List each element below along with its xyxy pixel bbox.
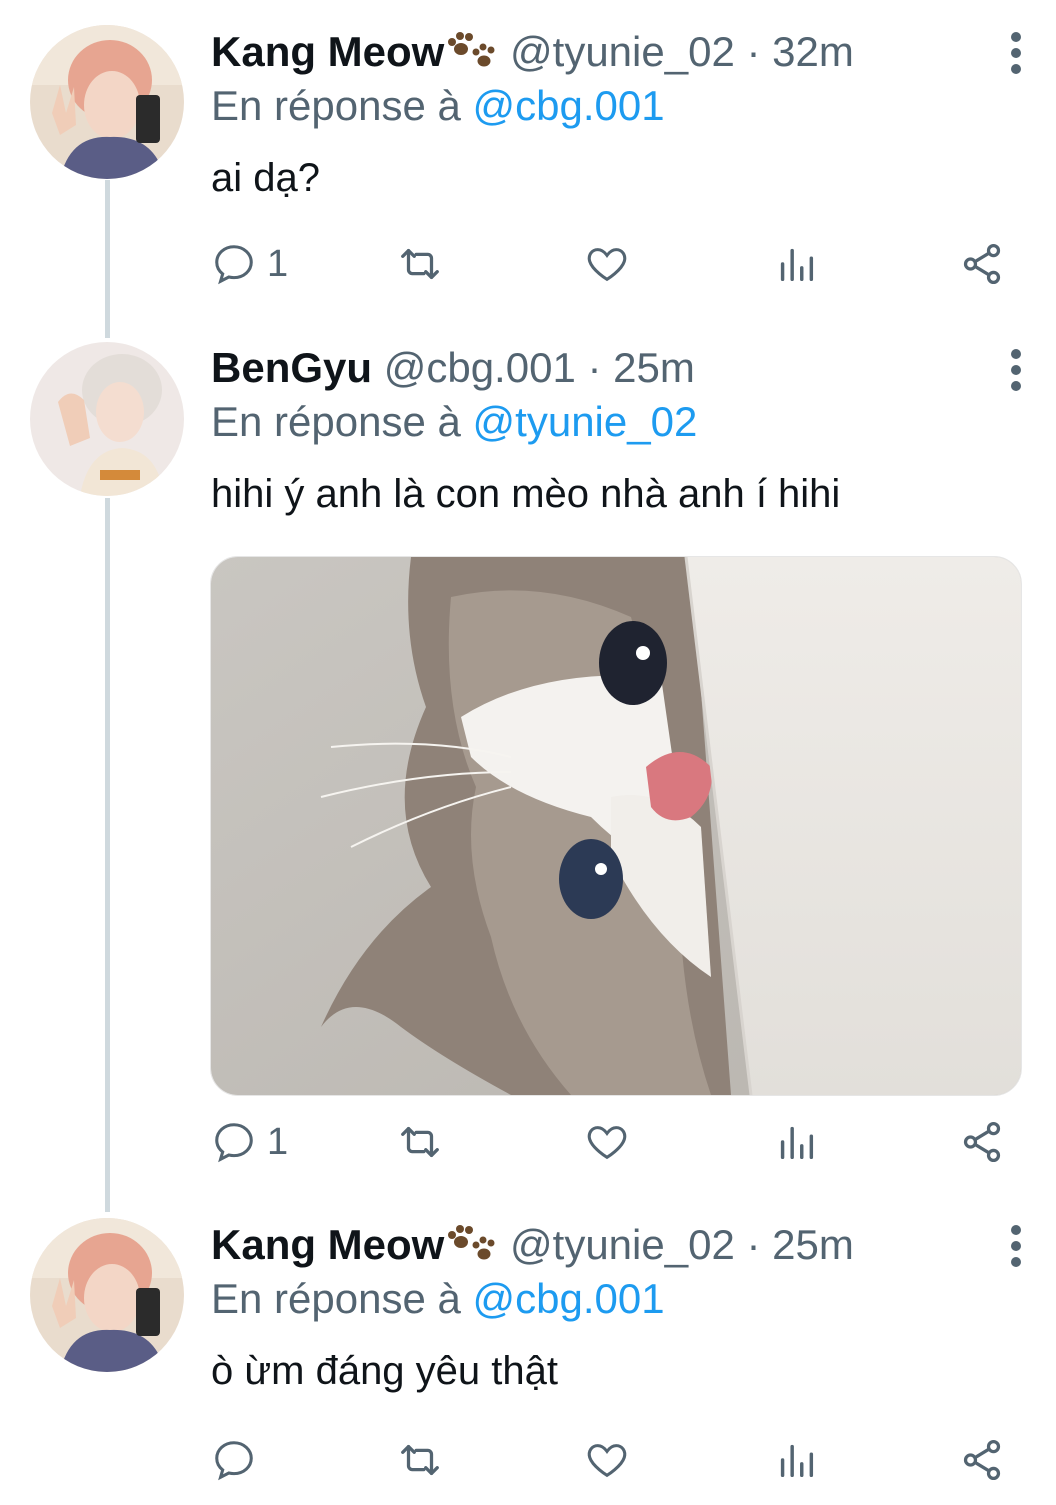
retweet-icon (401, 1444, 439, 1476)
tweet-text: hihi ý anh là con mèo nhà anh í hihi (211, 472, 841, 516)
reply-icon (215, 1441, 253, 1481)
analytics-button[interactable] (773, 234, 819, 294)
avatar[interactable] (30, 342, 184, 496)
handle[interactable]: @tyunie_02 (510, 1221, 735, 1268)
reply-mention[interactable]: @cbg.001 (473, 82, 665, 129)
tweet-header: Kang Meow @tyunie_02 · 25m (211, 1219, 854, 1271)
reply-button[interactable]: 1 (211, 234, 288, 294)
reply-context: En réponse à @tyunie_02 (211, 396, 697, 448)
retweet-button[interactable] (397, 234, 443, 294)
separator: · (587, 344, 602, 391)
action-bar: 1 (211, 234, 1011, 294)
paw-prints-icon (444, 30, 498, 70)
share-button[interactable] (959, 234, 1005, 294)
cat-image (211, 557, 1021, 1095)
reply-prefix: En réponse à (211, 82, 461, 129)
reply-count: 1 (267, 1120, 289, 1163)
avatar-image (30, 342, 184, 496)
reply-icon (215, 1123, 253, 1163)
reply-count: 1 (267, 242, 289, 285)
reply-prefix: En réponse à (211, 398, 461, 445)
more-vertical-icon[interactable] (1004, 1222, 1028, 1270)
tweet-header: Kang Meow @tyunie_02 · 32m (211, 26, 854, 78)
reply-prefix: En réponse à (211, 1275, 461, 1322)
reply-context: En réponse à @cbg.001 (211, 1273, 665, 1325)
analytics-icon (780, 248, 814, 282)
retweet-button[interactable] (397, 1112, 443, 1172)
more-vertical-icon[interactable] (1004, 346, 1028, 394)
analytics-button[interactable] (773, 1430, 819, 1490)
share-icon (963, 1439, 1001, 1481)
heart-icon (587, 248, 627, 282)
reply-mention[interactable]: @cbg.001 (473, 1275, 665, 1322)
tweet-text: ai dạ? (211, 156, 320, 200)
analytics-button[interactable] (773, 1112, 819, 1172)
retweet-button[interactable] (397, 1430, 443, 1490)
tweet-header: BenGyu @cbg.001 · 25m (211, 342, 695, 394)
share-icon (963, 243, 1001, 285)
paw-prints-icon (444, 1223, 498, 1263)
tweet-text: ò ừm đáng yêu thật (211, 1349, 558, 1393)
reply-context: En réponse à @cbg.001 (211, 80, 665, 132)
avatar-image (30, 25, 184, 179)
more-vertical-icon[interactable] (1004, 29, 1028, 77)
like-button[interactable] (584, 234, 630, 294)
reply-icon (215, 245, 253, 285)
reply-button[interactable] (211, 1430, 267, 1490)
avatar[interactable] (30, 25, 184, 179)
avatar[interactable] (30, 1218, 184, 1372)
share-icon (963, 1121, 1001, 1163)
timestamp[interactable]: 32m (772, 28, 854, 75)
avatar-image (30, 1218, 184, 1372)
timestamp[interactable]: 25m (772, 1221, 854, 1268)
cat-peeking-photo[interactable] (210, 556, 1022, 1096)
heart-icon (587, 1444, 627, 1478)
reply-mention[interactable]: @tyunie_02 (473, 398, 698, 445)
like-button[interactable] (584, 1430, 630, 1490)
like-button[interactable] (584, 1112, 630, 1172)
heart-icon (587, 1126, 627, 1160)
separator: · (746, 1221, 761, 1268)
display-name[interactable]: BenGyu (211, 344, 372, 391)
timestamp[interactable]: 25m (613, 344, 695, 391)
tweet[interactable]: Kang Meow @tyunie_02 · 32m En réponse à … (0, 0, 1056, 330)
action-bar: 1 (211, 1112, 1011, 1172)
analytics-icon (780, 1444, 814, 1478)
reply-button[interactable]: 1 (211, 1112, 288, 1172)
action-bar (211, 1430, 1011, 1490)
display-name[interactable]: Kang Meow (211, 28, 444, 75)
display-name[interactable]: Kang Meow (211, 1221, 444, 1268)
separator: · (746, 28, 761, 75)
retweet-icon (401, 1126, 439, 1158)
handle[interactable]: @tyunie_02 (510, 28, 735, 75)
tweet[interactable]: Kang Meow @tyunie_02 · 25m En réponse à … (0, 1210, 1056, 1505)
analytics-icon (780, 1126, 814, 1160)
share-button[interactable] (959, 1112, 1005, 1172)
handle[interactable]: @cbg.001 (384, 344, 576, 391)
share-button[interactable] (959, 1430, 1005, 1490)
retweet-icon (401, 248, 439, 280)
